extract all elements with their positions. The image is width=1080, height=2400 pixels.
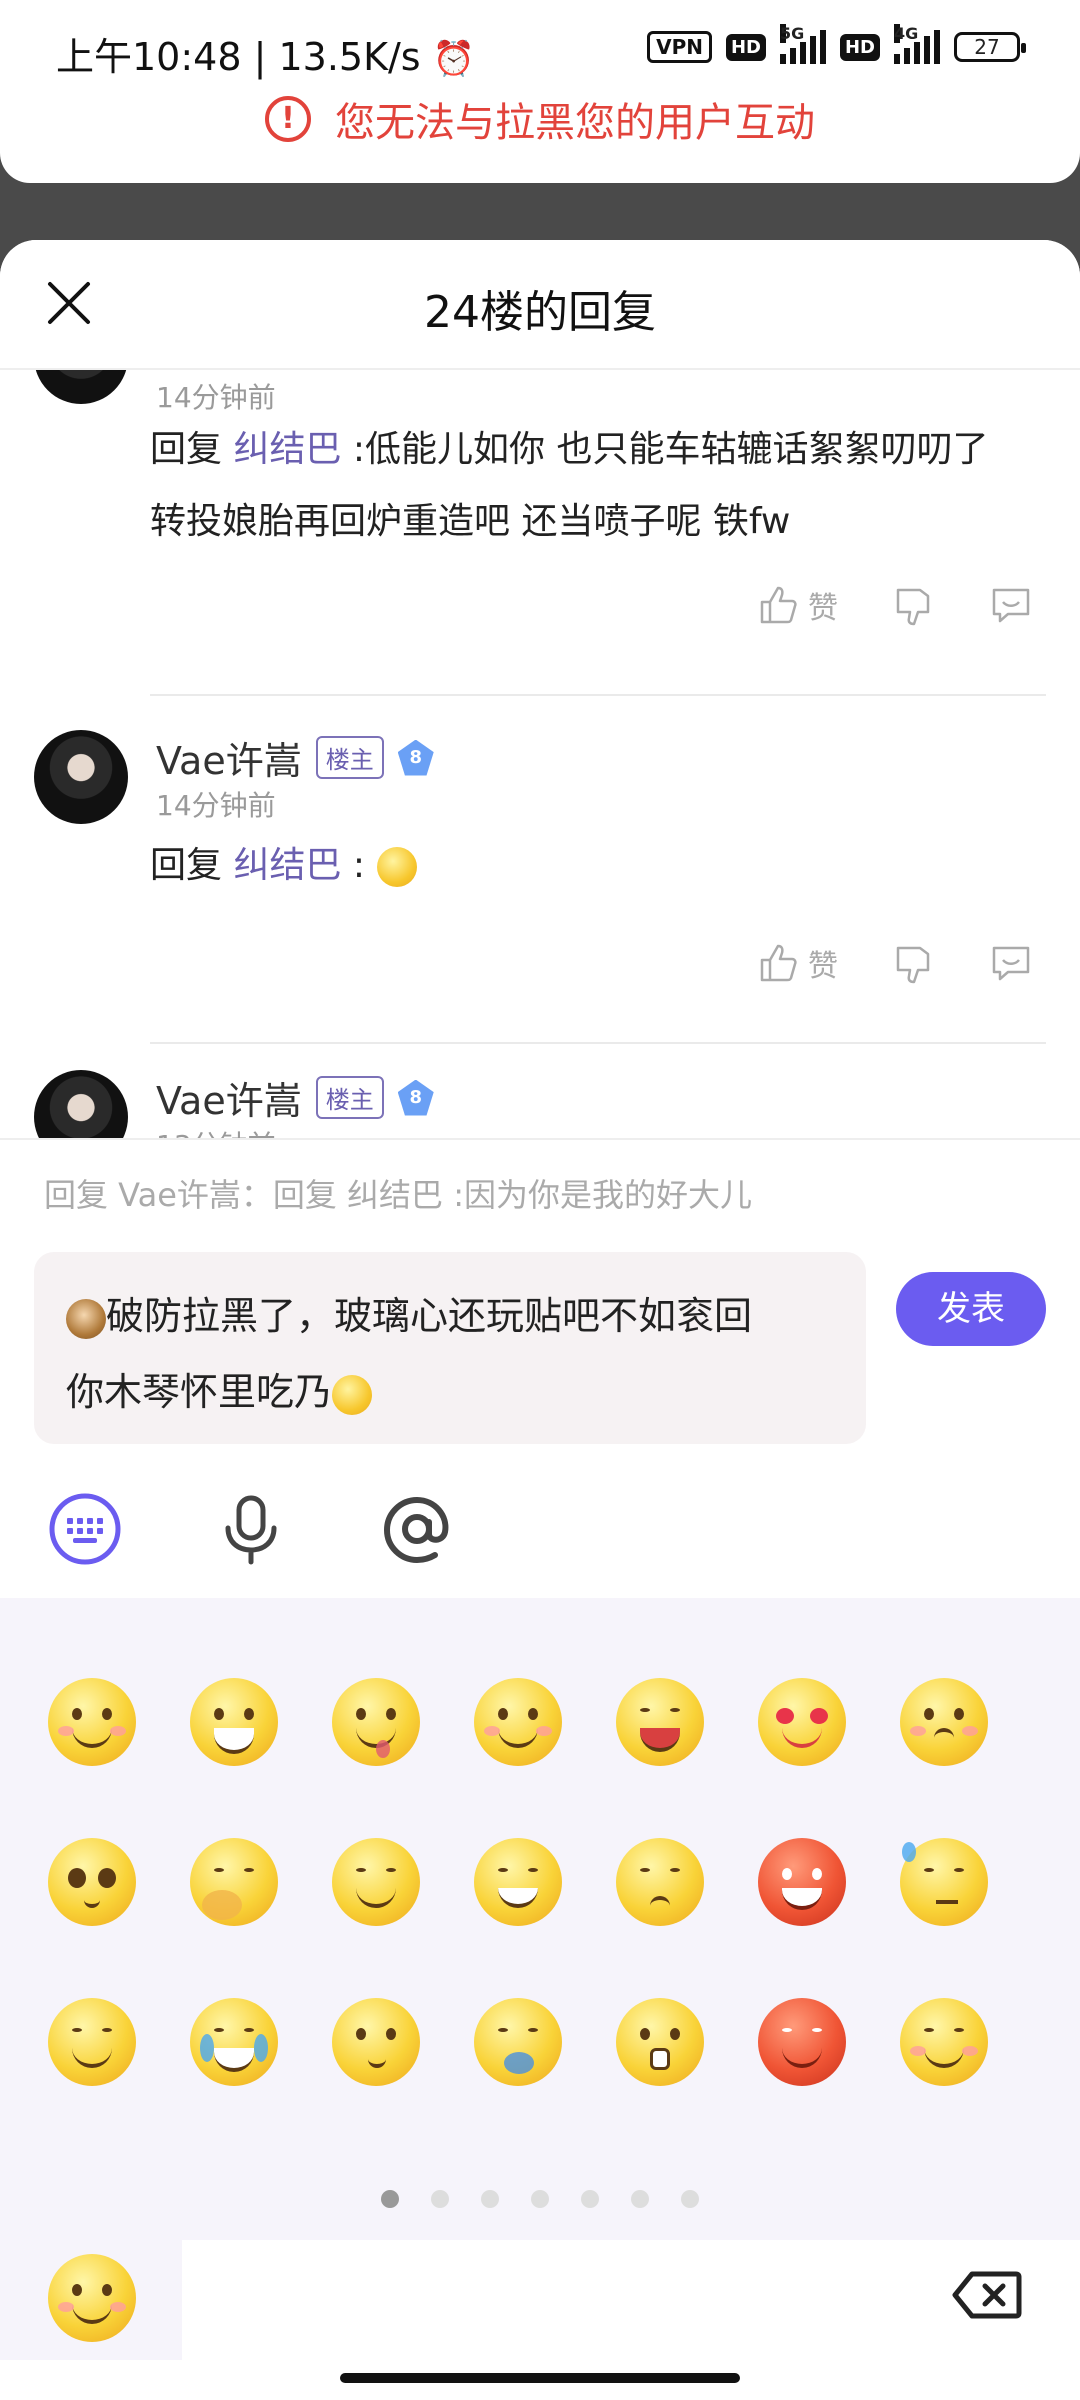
crying-emoji-icon[interactable] <box>190 1998 278 2086</box>
laugh-emoji-icon[interactable] <box>190 1678 278 1766</box>
speechless-emoji-icon[interactable] <box>48 1998 136 2086</box>
thumbs-down-icon[interactable] <box>890 940 936 986</box>
reply-actions: 赞 <box>756 582 1034 628</box>
cover-mouth-emoji-icon[interactable] <box>190 1838 278 1926</box>
grin-emoji-icon[interactable] <box>474 1678 562 1766</box>
reply-time: 14分钟前 <box>156 381 276 414</box>
mention-link[interactable]: 纠结巴 <box>233 845 341 886</box>
divider <box>150 694 1046 696</box>
puking-emoji-icon[interactable] <box>474 1998 562 2086</box>
user-row: Vae许嵩 楼主 8 <box>156 730 434 785</box>
at-mention-icon[interactable] <box>380 1492 454 1566</box>
page-dot[interactable] <box>631 2190 649 2208</box>
owner-tag: 楼主 <box>315 1076 384 1119</box>
reply-sheet: 24楼的回复 14分钟前 回复 纠结巴 :低能儿如你 也只能车轱辘话絮絮叨叨了 … <box>0 240 1080 2400</box>
sweat-emoji-icon <box>332 1374 373 1415</box>
owner-tag: 楼主 <box>315 736 384 779</box>
status-bar: 上午10:48 | 13.5K/s ⏰ VPN HD 5G HD 4G 27 <box>0 0 1080 100</box>
reply-content: 回复 纠结巴 : <box>150 830 1030 902</box>
thumbs-up-icon <box>760 944 797 982</box>
unamused-emoji-icon[interactable] <box>616 1838 704 1926</box>
hd-badge-2: HD <box>839 33 880 61</box>
tongue-emoji-icon[interactable] <box>332 1678 420 1766</box>
heart-eyes-emoji-icon[interactable] <box>758 1678 846 1766</box>
reply-content: 回复 纠结巴 :低能儿如你 也只能车轱辘话絮絮叨叨了 转投娘胎再回炉重造吧 还当… <box>150 429 989 542</box>
send-button[interactable]: 发表 <box>896 1272 1046 1346</box>
grin-emoji-icon <box>376 847 417 887</box>
avatar[interactable] <box>34 730 128 824</box>
page-dot[interactable] <box>431 2190 449 2208</box>
page-dot[interactable] <box>581 2190 599 2208</box>
avatar[interactable] <box>34 370 128 404</box>
reply-actions: 赞 <box>756 940 1034 986</box>
reply-list[interactable]: 14分钟前 回复 纠结巴 :低能儿如你 也只能车轱辘话絮絮叨叨了 转投娘胎再回炉… <box>0 370 1080 1138</box>
divider <box>150 1042 1046 1044</box>
alarm-icon: ⏰ <box>432 39 476 79</box>
like-button[interactable]: 赞 <box>756 940 838 986</box>
backspace-icon[interactable] <box>952 2270 1022 2320</box>
signal-5g-icon: 5G <box>779 24 826 64</box>
monkey-emoji-icon <box>66 1298 106 1339</box>
battery-icon: 27 <box>954 32 1026 62</box>
thinking-emoji-icon[interactable] <box>332 1998 420 2086</box>
username[interactable]: Vae许嵩 <box>156 1070 302 1125</box>
squint-laugh-emoji-icon[interactable] <box>616 1678 704 1766</box>
emoji-keyboard-icon[interactable] <box>48 1492 122 1566</box>
warning-icon: ! <box>265 96 311 142</box>
emoji-grid <box>48 1678 1048 2086</box>
vpn-badge: VPN <box>647 31 712 63</box>
page-dot[interactable] <box>681 2190 699 2208</box>
emoji-bottom-bar <box>0 2240 1080 2400</box>
sweat-emoji-icon[interactable] <box>900 1838 988 1926</box>
reply-item: 14分钟前 回复 纠结巴 :低能儿如你 也只能车轱辘话絮絮叨叨了 转投娘胎再回炉… <box>0 370 1080 750</box>
page-dot[interactable] <box>481 2190 499 2208</box>
comment-icon[interactable] <box>988 582 1034 628</box>
reply-time: 13分钟前 <box>156 1124 276 1138</box>
avatar[interactable] <box>34 1070 128 1138</box>
thumbs-down-icon[interactable] <box>890 582 936 628</box>
status-card: 上午10:48 | 13.5K/s ⏰ VPN HD 5G HD 4G 27 !… <box>0 0 1080 183</box>
grimace-emoji-icon[interactable] <box>474 1838 562 1926</box>
reply-time: 14分钟前 <box>156 789 276 822</box>
shy-emoji-icon[interactable] <box>900 1678 988 1766</box>
smile-emoji-icon[interactable] <box>48 1678 136 1766</box>
comment-icon[interactable] <box>988 940 1034 986</box>
mention-link[interactable]: 纠结巴 <box>233 429 341 470</box>
thumbs-up-icon <box>760 586 797 624</box>
emoji-category-tab[interactable] <box>0 2240 182 2360</box>
puppy-eyes-emoji-icon[interactable] <box>48 1838 136 1926</box>
signal-4g-icon: 4G <box>894 24 940 64</box>
blocked-toast: ! 您无法与拉黑您的用户互动 <box>0 90 1080 148</box>
microphone-icon[interactable] <box>214 1492 288 1566</box>
status-icons: VPN HD 5G HD 4G 27 <box>647 24 1026 64</box>
smug-red-emoji-icon[interactable] <box>758 1998 846 2086</box>
username[interactable]: Vae许嵩 <box>156 730 302 785</box>
hd-badge: HD <box>725 33 766 61</box>
home-indicator[interactable] <box>340 2373 740 2383</box>
page-dot[interactable] <box>381 2190 399 2208</box>
sheet-header: 24楼的回复 <box>0 240 1080 370</box>
user-row: Vae许嵩 楼主 8 <box>156 1070 434 1125</box>
page-dot[interactable] <box>531 2190 549 2208</box>
level-badge: 8 <box>397 1079 434 1116</box>
reply-hint: 回复 Vae许嵩：回复 纠结巴 :因为你是我的好大儿 <box>44 1176 753 1214</box>
shocked-emoji-icon[interactable] <box>616 1998 704 2086</box>
default-emoji-tab-icon[interactable] <box>48 2254 136 2342</box>
sheet-title: 24楼的回复 <box>424 287 656 338</box>
smirk-emoji-icon[interactable] <box>332 1838 420 1926</box>
hug-emoji-icon[interactable] <box>900 1998 988 2086</box>
status-time-speed: 上午10:48 | 13.5K/s ⏰ <box>56 35 476 79</box>
page-indicator <box>0 2190 1080 2208</box>
like-button[interactable]: 赞 <box>756 582 838 628</box>
angry-emoji-icon[interactable] <box>758 1838 846 1926</box>
reply-item: Vae许嵩 楼主 8 13分钟前 <box>0 1070 1080 1138</box>
reply-input[interactable]: 破防拉黑了，玻璃心还玩贴吧不如衮回 你木琴怀里吃乃 <box>34 1252 866 1444</box>
level-badge: 8 <box>397 739 434 776</box>
reply-item: Vae许嵩 楼主 8 14分钟前 回复 纠结巴 : 赞 <box>0 730 1080 1070</box>
toast-text: 您无法与拉黑您的用户互动 <box>335 100 815 146</box>
